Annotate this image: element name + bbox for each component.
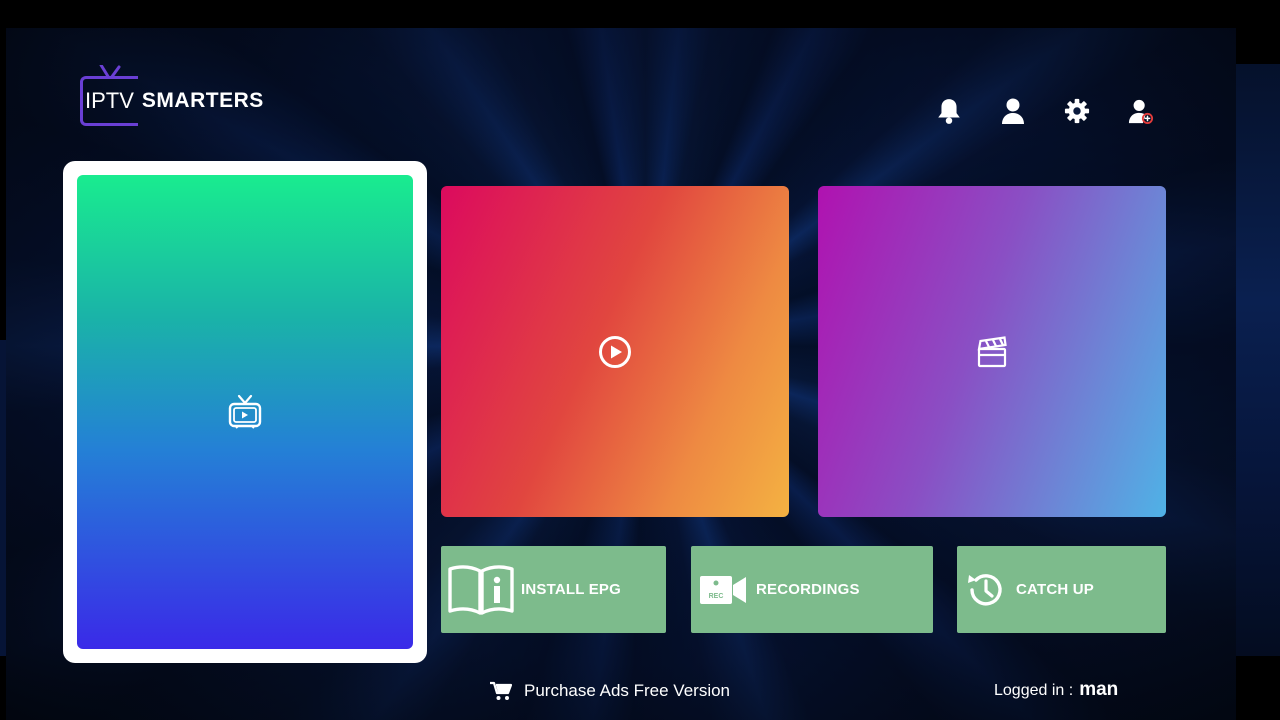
top-toolbar [936,96,1154,126]
settings-button[interactable] [1064,96,1090,126]
tv-icon [228,394,262,429]
recordings-label: RECORDINGS [756,581,860,598]
history-clock-icon [968,573,1002,605]
background-edge [1236,64,1280,656]
purchase-ads-free-link[interactable]: Purchase Ads Free Version [490,681,730,701]
series-tile[interactable] [818,186,1166,517]
username: man [1079,679,1119,700]
catch-up-button[interactable]: CATCH UP [957,546,1166,633]
play-circle-icon [599,335,631,368]
logo-prefix: IPTV [85,88,134,113]
notifications-button[interactable] [936,96,962,126]
logo-tv-frame: IPTV [80,65,138,126]
background-edge-left [0,340,6,656]
install-epg-label: INSTALL EPG [521,581,621,598]
gear-icon [1064,98,1090,124]
recordings-button[interactable]: REC RECORDINGS [691,546,933,633]
install-epg-button[interactable]: INSTALL EPG [441,546,666,633]
screen: IPTV SMARTERS INSTALL EPG REC RECORDINGS… [0,0,1280,720]
purchase-label: Purchase Ads Free Version [524,681,731,700]
movies-tile[interactable] [441,186,789,517]
catch-up-label: CATCH UP [1016,581,1094,598]
bell-icon [938,99,960,124]
switch-user-button[interactable] [1128,96,1154,126]
rec-camera-icon: REC [700,575,746,604]
profile-button[interactable] [1000,96,1026,126]
antenna-icon [99,65,121,79]
app-logo: IPTV SMARTERS [80,65,264,136]
user-icon [1002,98,1024,124]
logo-name: SMARTERS [141,89,264,112]
logged-in-status: Logged in : man [994,679,1118,701]
logged-in-prefix: Logged in : [994,682,1074,699]
cart-icon [490,681,512,700]
live-tv-tile[interactable] [63,161,427,663]
svg-text:REC: REC [709,593,724,600]
clapperboard-icon [977,335,1007,367]
switch-user-icon [1128,99,1154,124]
live-tv-tile-content [77,175,413,649]
book-info-icon [448,564,514,615]
